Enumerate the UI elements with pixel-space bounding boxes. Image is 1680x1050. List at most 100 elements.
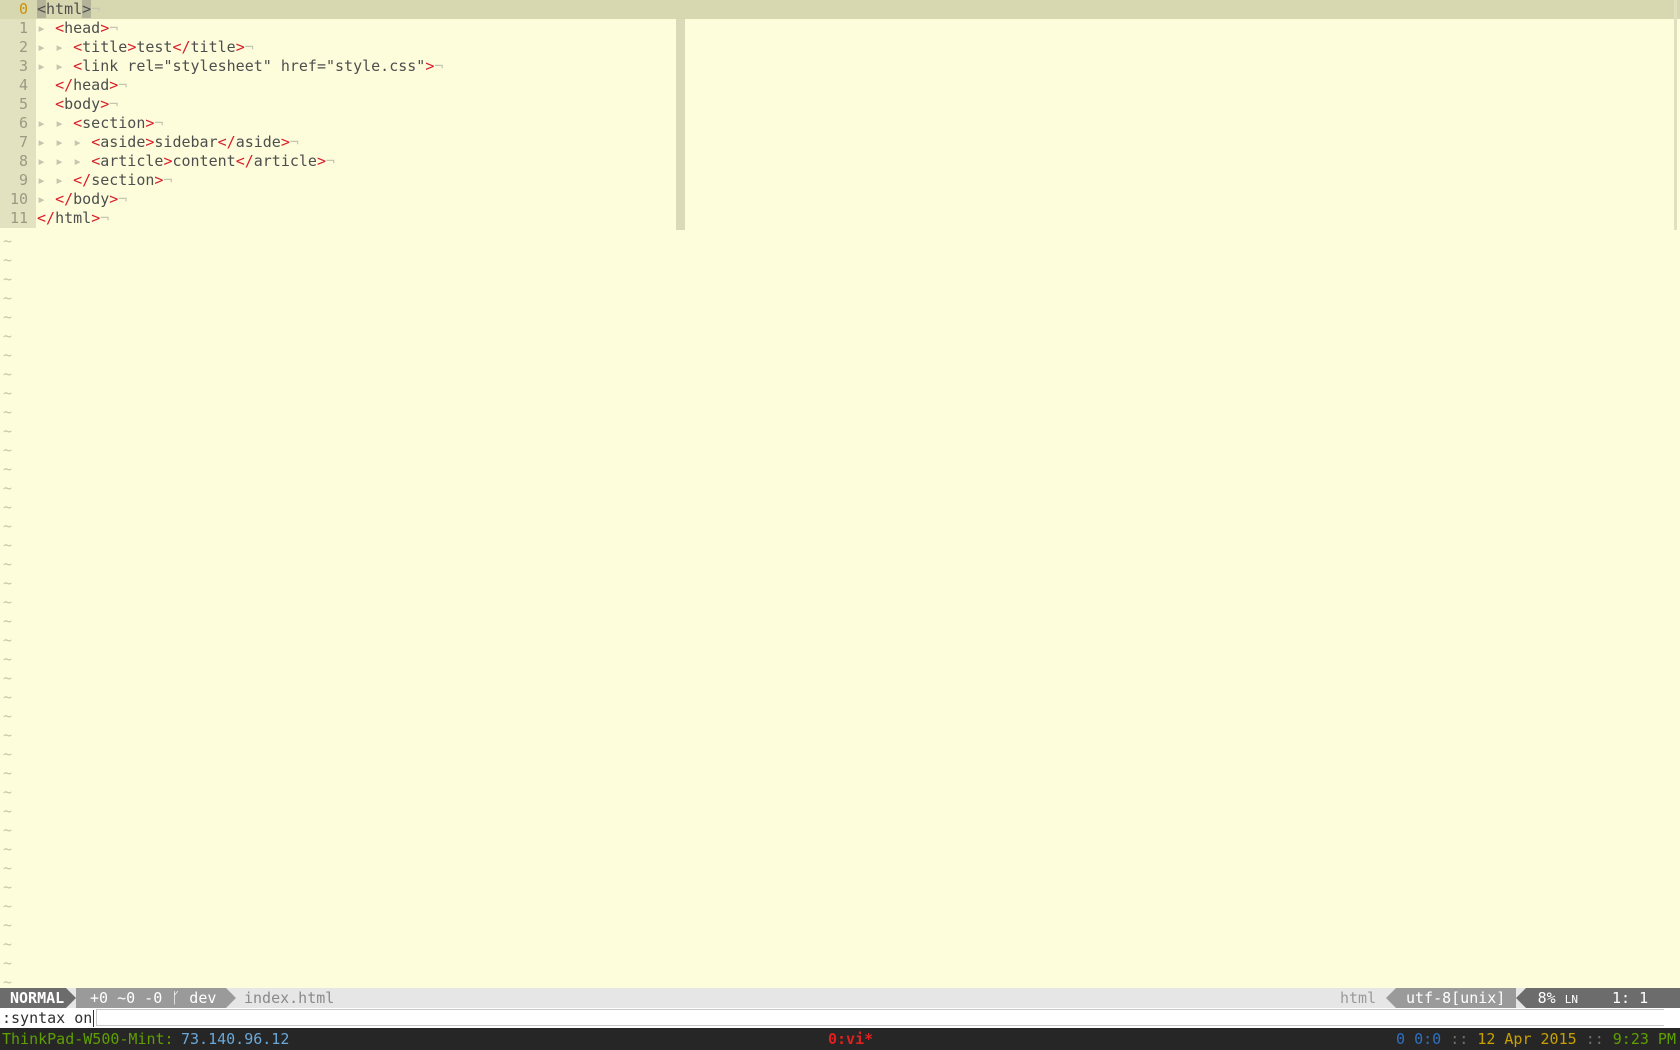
eol-marker: ¬	[100, 209, 110, 227]
line-number: 3	[0, 57, 36, 76]
code-text[interactable]: ▸ ▸ ▸ <article>content</article>¬	[37, 152, 335, 171]
code-text[interactable]: ▸ ▸ ▸ <aside>sidebar</aside>¬	[37, 133, 299, 152]
line-number: 0	[0, 0, 36, 19]
indent-marker: ▸ ▸ ▸	[37, 133, 92, 151]
code-text[interactable]: </html>¬	[37, 209, 109, 228]
code-token: article	[100, 152, 164, 170]
code-token: html	[55, 209, 92, 227]
indent-marker: ▸ ▸	[37, 114, 74, 132]
tilde-marker: ~	[3, 327, 13, 345]
tilde-marker: ~	[3, 764, 13, 782]
code-text[interactable]: <body>¬	[37, 95, 118, 114]
scroll-percent-value: 8%	[1537, 989, 1556, 1007]
tilde-marker: ~	[3, 935, 13, 953]
eol-marker: ¬	[434, 57, 444, 75]
line-number-icon: LN	[1564, 993, 1578, 1006]
eol-marker: ¬	[154, 114, 164, 132]
code-token: <	[91, 133, 101, 151]
tilde-marker: ~	[3, 783, 13, 801]
code-text[interactable]: </head>¬	[37, 76, 127, 95]
code-token: <	[73, 38, 83, 56]
code-token: aside	[100, 133, 146, 151]
code-token: >	[82, 0, 92, 18]
code-token: >	[280, 133, 290, 151]
code-token: </	[37, 209, 56, 227]
tilde-marker: ~	[3, 536, 13, 554]
color-column	[676, 19, 685, 230]
code-token: >	[109, 76, 119, 94]
encoding-separator-icon	[1386, 988, 1396, 1008]
tmux-window-tab[interactable]: 0:vi*	[828, 1028, 873, 1050]
code-line[interactable]: 0 <html>¬	[0, 0, 1680, 19]
code-token: </	[235, 152, 254, 170]
status-separator: ::	[1585, 1030, 1604, 1048]
tilde-marker: ~	[3, 289, 13, 307]
code-token: </	[172, 38, 191, 56]
mode-separator-icon	[66, 988, 76, 1008]
tilde-marker: ~	[3, 384, 13, 402]
tilde-marker: ~	[3, 498, 13, 516]
command-line[interactable]: :syntax on	[0, 1008, 1680, 1028]
code-token: >	[100, 19, 110, 37]
file-name: index.html	[244, 989, 335, 1007]
tilde-marker: ~	[3, 726, 13, 744]
tmux-status-bar: ThinkPad-W500-Mint: 73.140.96.12 0:vi* 0…	[0, 1028, 1680, 1050]
eol-marker: ¬	[244, 38, 254, 56]
eol-marker: ¬	[109, 19, 119, 37]
file-type: html	[1340, 989, 1377, 1007]
tilde-marker: ~	[3, 346, 13, 364]
code-text[interactable]: ▸ ▸ </section>¬	[37, 171, 172, 190]
tilde-marker: ~	[3, 802, 13, 820]
tilde-marker: ~	[3, 650, 13, 668]
code-token: "stylesheet"	[163, 57, 272, 75]
code-text[interactable]: ▸ </body>¬	[37, 190, 127, 209]
code-token: <	[37, 0, 47, 18]
indent-marker: ▸	[37, 190, 56, 208]
tmux-right-status: 0 0:0 :: 12 Apr 2015 :: 9:23 PM	[1396, 1028, 1676, 1050]
git-branch-status: +0 ~0 -0 ᚴ dev	[76, 988, 226, 1008]
code-token: body	[73, 190, 110, 208]
code-token: article	[253, 152, 317, 170]
indent-marker: ▸ ▸	[37, 171, 74, 189]
code-token: </	[217, 133, 236, 151]
code-token: >	[235, 38, 245, 56]
code-token: test	[136, 38, 173, 56]
editor-pane[interactable]: 0 <html>¬ 1 ▸ <head>¬ 2 ▸ ▸ <title>test</titl…	[0, 0, 1680, 991]
code-text[interactable]: <html>¬	[37, 0, 100, 19]
code-token: </	[55, 76, 74, 94]
tilde-marker: ~	[3, 555, 13, 573]
eol-marker: ¬	[326, 152, 336, 170]
code-token: content	[172, 152, 236, 170]
indent-marker: ▸ ▸	[37, 57, 74, 75]
tilde-marker: ~	[3, 232, 13, 250]
code-text[interactable]: ▸ ▸ <title>test</title>¬	[37, 38, 254, 57]
session-count: 0	[1396, 1030, 1406, 1048]
tilde-marker: ~	[3, 479, 13, 497]
window-edge	[1674, 0, 1677, 230]
tilde-marker: ~	[3, 878, 13, 896]
code-token: >	[100, 95, 110, 113]
line-number: 1	[0, 19, 36, 38]
code-token: </	[73, 171, 92, 189]
command-text[interactable]: :syntax on	[2, 1009, 92, 1027]
tilde-marker: ~	[3, 859, 13, 877]
code-token: body	[64, 95, 101, 113]
status-separator: ::	[1450, 1030, 1469, 1048]
line-number: 7	[0, 133, 36, 152]
code-token: <	[55, 19, 65, 37]
code-token: </	[55, 190, 74, 208]
tilde-marker: ~	[3, 251, 13, 269]
eol-marker: ¬	[118, 190, 128, 208]
tilde-marker: ~	[3, 422, 13, 440]
code-text[interactable]: ▸ ▸ <section>¬	[37, 114, 163, 133]
code-text[interactable]: ▸ ▸ <link rel="stylesheet" href="style.c…	[37, 57, 443, 76]
host-name: ThinkPad-W500-Mint:	[2, 1030, 174, 1048]
tilde-marker: ~	[3, 574, 13, 592]
code-text[interactable]: ▸ <head>¬	[37, 19, 118, 38]
tilde-marker: ~	[3, 308, 13, 326]
command-cursor	[93, 1010, 95, 1027]
code-token: head	[73, 76, 110, 94]
code-token: href=	[271, 57, 326, 75]
tilde-marker: ~	[3, 745, 13, 763]
code-token: head	[64, 19, 101, 37]
